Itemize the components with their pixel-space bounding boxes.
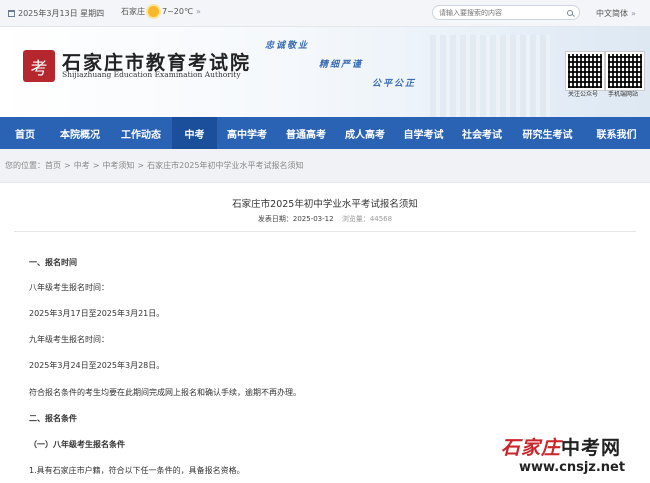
breadcrumb-link-home[interactable]: 首页 <box>45 160 61 171</box>
site-watermark: 石家庄中考网 www.cnsjz.net <box>501 433 625 475</box>
breadcrumb-separator: > <box>92 161 100 170</box>
paragraph: 2025年3月24日至2025年3月28日。 <box>29 361 165 370</box>
breadcrumb-link-notices[interactable]: 中考须知 <box>102 160 134 171</box>
watermark-url: www.cnsjz.net <box>519 460 626 475</box>
chevron-right-icon[interactable]: » <box>196 7 201 16</box>
nav-item-zhongkao[interactable]: 中考 <box>172 117 217 149</box>
breadcrumb-prefix: 您的位置： <box>5 161 45 170</box>
weather-temperature: 7~20℃ <box>162 7 193 16</box>
main-nav: 首页 本院概况 工作动态 中考 高中学考 普通高考 成人高考 自学考试 社会考试… <box>0 117 650 149</box>
date-display: 2025年3月13日 星期四 <box>8 8 104 19</box>
top-bar: 2025年3月13日 星期四 石家庄 7~20℃ » 中文简体 » <box>0 0 650 27</box>
breadcrumb-separator: > <box>64 161 71 170</box>
language-selector[interactable]: 中文简体 » <box>596 8 636 19</box>
site-header: 考 石家庄市教育考试院 Shijiazhuang Education Exami… <box>0 27 650 117</box>
weather-city: 石家庄 <box>121 7 145 16</box>
paragraph: 九年级考生报名时间： <box>29 335 109 344</box>
breadcrumb-separator: > <box>137 161 145 170</box>
mobile-site-qr-code <box>605 51 645 91</box>
slogan-1: 忠诚敬业 <box>265 41 310 51</box>
publish-label: 发表日期： <box>257 215 293 223</box>
views-label: 浏览量： <box>341 215 370 223</box>
nav-item-contact[interactable]: 联系我们 <box>583 117 650 149</box>
breadcrumb-link-zhongkao[interactable]: 中考 <box>74 160 90 171</box>
calendar-icon <box>8 10 15 17</box>
slogan-2: 精细严谨 <box>319 60 364 70</box>
nav-item-about[interactable]: 本院概况 <box>50 117 110 149</box>
subsection-heading: （一）八年级考生报名条件 <box>29 440 125 449</box>
paragraph: 2025年3月17日至2025年3月21日。 <box>29 309 165 318</box>
nav-item-home[interactable]: 首页 <box>0 117 50 149</box>
nav-item-self-study-exam[interactable]: 自学考试 <box>395 117 452 149</box>
nav-item-news[interactable]: 工作动态 <box>110 117 172 149</box>
search-input[interactable] <box>439 8 561 17</box>
wechat-qr-label: 关注公众号 <box>567 91 598 98</box>
section-heading: 二、报名条件 <box>29 414 77 423</box>
watermark-brand: 石家庄中考网 <box>501 437 622 459</box>
mobile-qr-label: 手机端网站 <box>607 91 638 98</box>
nav-item-social-exam[interactable]: 社会考试 <box>452 117 512 149</box>
breadcrumb-current: 石家庄市2025年初中学业水平考试报名须知 <box>147 161 304 170</box>
article-meta: 发表日期：2025-03-12 浏览量：44568 <box>0 214 650 224</box>
weather-widget[interactable]: 石家庄 7~20℃ » <box>121 6 201 17</box>
building-background <box>430 35 550 117</box>
nav-item-adult-exam[interactable]: 成人高考 <box>335 117 395 149</box>
date-text: 2025年3月13日 星期四 <box>18 9 105 18</box>
logo-seal-icon[interactable]: 考 <box>23 50 55 82</box>
search-box[interactable] <box>432 5 580 20</box>
article-title: 石家庄市2025年初中学业水平考试报名须知 <box>232 199 418 210</box>
slogan-3: 公平公正 <box>372 79 417 89</box>
chevron-right-icon[interactable]: » <box>631 9 636 18</box>
divider <box>14 231 636 232</box>
section-heading: 一、报名时间 <box>29 258 77 267</box>
nav-item-gaokao[interactable]: 普通高考 <box>277 117 335 149</box>
language-label[interactable]: 中文简体 <box>596 8 628 19</box>
breadcrumb: 您的位置： 首页 > 中考 > 中考须知 > 石家庄市2025年初中学业水平考试… <box>0 149 650 183</box>
nav-item-high-school-exam[interactable]: 高中学考 <box>217 117 277 149</box>
nav-item-graduate-exam[interactable]: 研究生考试 <box>512 117 583 149</box>
search-icon[interactable] <box>567 9 573 16</box>
org-name-en: Shijiazhuang Education Examination Autho… <box>62 70 241 79</box>
paragraph: 1.具有石家庄市户籍，符合以下任一条件的，具备报名资格。 <box>29 466 245 475</box>
paragraph: 八年级考生报名时间： <box>29 283 109 292</box>
wechat-qr-code <box>565 51 605 91</box>
paragraph: 符合报名条件的考生均要在此期间完成网上报名和确认手续，逾期不再办理。 <box>29 388 301 397</box>
publish-date: 2025-03-12 <box>292 215 334 223</box>
views-count: 44568 <box>369 215 393 223</box>
sun-icon <box>148 6 159 17</box>
